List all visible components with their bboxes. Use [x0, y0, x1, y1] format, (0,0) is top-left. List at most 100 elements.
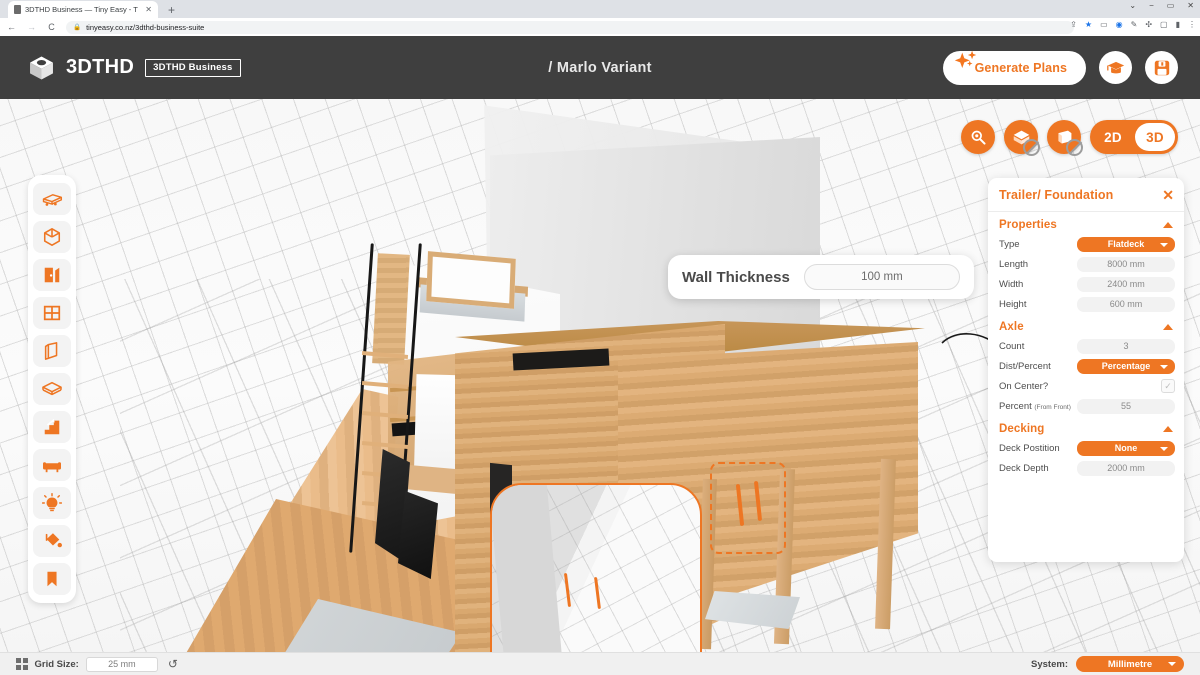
sofa-icon [43, 462, 61, 473]
percent-input[interactable]: 55 [1077, 398, 1175, 414]
back-icon[interactable]: ← [6, 22, 17, 33]
chevron-up-icon[interactable] [1163, 426, 1173, 432]
hide-roof-button[interactable] [1004, 120, 1040, 156]
system-dropdown-value: Millimetre [1107, 658, 1153, 670]
tool-finishes[interactable] [33, 525, 71, 557]
generate-plans-button[interactable]: Generate Plans [942, 50, 1086, 85]
chevron-up-icon[interactable] [1163, 222, 1173, 228]
measure-icon [971, 130, 986, 145]
reset-icon[interactable]: ↺ [168, 658, 178, 670]
deck-depth-input[interactable]: 2000 mm [1077, 460, 1175, 476]
reload-icon[interactable]: C [46, 22, 57, 33]
tool-doors[interactable] [33, 259, 71, 291]
grid-size-label: Grid Size: [34, 658, 79, 670]
wall-thickness-label: Wall Thickness [682, 268, 790, 286]
tab-favicon [14, 5, 21, 14]
tool-windows[interactable] [33, 297, 71, 329]
row-label: Type [999, 238, 1020, 250]
close-icon[interactable]: ✕ [145, 5, 152, 14]
address-bar[interactable]: 🔒 tinyeasy.co.nz/3dthd-business-suite [66, 20, 1074, 34]
brand: 3DTHD 3DTHD Business [28, 55, 241, 81]
wall-panel-icon [44, 342, 58, 360]
system-dropdown[interactable]: Millimetre [1076, 656, 1184, 672]
eyedropper-icon[interactable]: ✎ [1131, 20, 1138, 30]
panel-title: Trailer/ Foundation [999, 187, 1114, 202]
tool-lighting[interactable] [33, 487, 71, 519]
trailer-icon [42, 194, 63, 206]
stairs-icon [44, 418, 60, 435]
app-header: 3DTHD 3DTHD Business / Marlo Variant Gen… [0, 36, 1200, 99]
bookmark-icon [47, 571, 57, 587]
tab-title: 3DTHD Business — Tiny Easy - T [25, 5, 138, 14]
section-header-decking[interactable]: Decking [988, 416, 1184, 438]
section-header-properties[interactable]: Properties [988, 212, 1184, 234]
dist-percent-value: Percentage [1101, 361, 1151, 371]
view-mode-toggle[interactable]: 2D 3D [1090, 120, 1178, 154]
toggle-2d[interactable]: 2D [1093, 123, 1133, 151]
wall-thickness-value[interactable]: 100 mm [803, 264, 960, 290]
puzzle-extension-icon[interactable]: ✣ [1145, 20, 1152, 30]
browser-chrome: 3DTHD Business — Tiny Easy - T ✕ + ⌄ − ▭… [0, 0, 1200, 36]
row-label: Deck Postition [999, 442, 1060, 454]
axle-count-input[interactable]: 3 [1077, 338, 1175, 354]
deck-position-dropdown[interactable]: None [1077, 440, 1175, 456]
profile-icon[interactable]: ▮ [1176, 20, 1180, 30]
chevron-down-icon [1160, 364, 1168, 369]
tool-shell[interactable] [33, 221, 71, 253]
width-input[interactable]: 2400 mm [1077, 276, 1175, 292]
property-row-deck-depth: Deck Depth 2000 mm [988, 458, 1184, 478]
measure-tool-button[interactable] [961, 120, 995, 154]
row-label: Count [999, 340, 1025, 352]
share-icon[interactable]: ⇪ [1070, 20, 1077, 30]
tool-bookmarks[interactable] [33, 563, 71, 595]
tool-floor-roof[interactable] [33, 373, 71, 405]
tool-walls[interactable] [33, 335, 71, 367]
section-header-axle[interactable]: Axle [988, 314, 1184, 336]
learn-button[interactable] [1099, 51, 1132, 84]
wall-thickness-callout: Wall Thickness 100 mm [668, 255, 974, 299]
forward-icon[interactable]: → [26, 22, 37, 33]
globe-icon[interactable]: ◉ [1116, 20, 1123, 30]
minimize-icon[interactable]: − [1149, 1, 1154, 11]
chevron-down-icon[interactable]: ⌄ [1129, 1, 1136, 11]
tool-trailer-foundation[interactable] [33, 183, 71, 215]
browser-tab[interactable]: 3DTHD Business — Tiny Easy - T ✕ [8, 1, 158, 18]
row-label-sub: (From Front) [1034, 403, 1071, 411]
selection-marquee[interactable] [710, 462, 786, 554]
property-row-deck-position: Deck Postition None [988, 438, 1184, 458]
on-center-checkbox[interactable]: ✓ [1161, 379, 1175, 393]
chevron-down-icon [1168, 662, 1176, 666]
close-icon[interactable]: ✕ [1162, 188, 1174, 202]
chevron-down-icon [1160, 242, 1168, 247]
screenshot-icon[interactable]: ▭ [1100, 20, 1108, 30]
ladder-rung [361, 381, 409, 389]
toggle-3d[interactable]: 3D [1135, 123, 1175, 151]
hide-walls-button[interactable] [1047, 120, 1083, 156]
bookmark-star-icon[interactable]: ★ [1085, 20, 1092, 30]
tool-furniture[interactable] [33, 449, 71, 481]
length-input[interactable]: 8000 mm [1077, 256, 1175, 272]
tool-stairs[interactable] [33, 411, 71, 443]
cube-shell-icon [43, 228, 61, 246]
dist-percent-dropdown[interactable]: Percentage [1077, 358, 1175, 374]
window-close-icon[interactable]: ✕ [1187, 1, 1194, 11]
maximize-icon[interactable]: ▭ [1167, 1, 1175, 11]
new-tab-icon[interactable]: + [168, 2, 175, 18]
kebab-menu-icon[interactable]: ⋮ [1188, 20, 1196, 30]
type-dropdown[interactable]: Flatdeck [1077, 236, 1175, 252]
row-label: Dist/Percent [999, 360, 1051, 372]
height-input[interactable]: 600 mm [1077, 296, 1175, 312]
row-label: Height [999, 298, 1027, 310]
grid-size-input[interactable]: 25 mm [85, 656, 158, 672]
model-mirror [426, 251, 516, 309]
header-actions: Generate Plans [942, 50, 1178, 85]
paint-bucket-icon [45, 533, 62, 548]
checkbox-wrap: ✓ [1077, 379, 1175, 393]
sidepanel-icon[interactable]: ▢ [1160, 20, 1168, 30]
disabled-slash-icon [1066, 139, 1083, 156]
section-title: Properties [999, 219, 1057, 231]
chevron-up-icon[interactable] [1163, 324, 1173, 330]
unit-system-control: System: Millimetre [1031, 656, 1184, 672]
save-button[interactable] [1145, 51, 1178, 84]
row-label: Length [999, 258, 1029, 270]
